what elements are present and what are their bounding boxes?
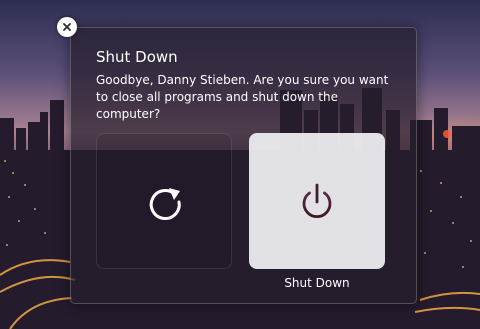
power-icon [302,183,332,219]
restart-icon [149,188,181,221]
shut-down-button[interactable] [249,133,385,269]
shut-down-label: Shut Down [284,276,350,290]
dialog-message: Goodbye, Danny Stieben. Are you sure you… [96,73,389,121]
restart-button[interactable] [96,133,232,269]
dialog-title: Shut Down [96,48,178,66]
close-button[interactable] [57,17,77,37]
close-icon [63,23,71,31]
